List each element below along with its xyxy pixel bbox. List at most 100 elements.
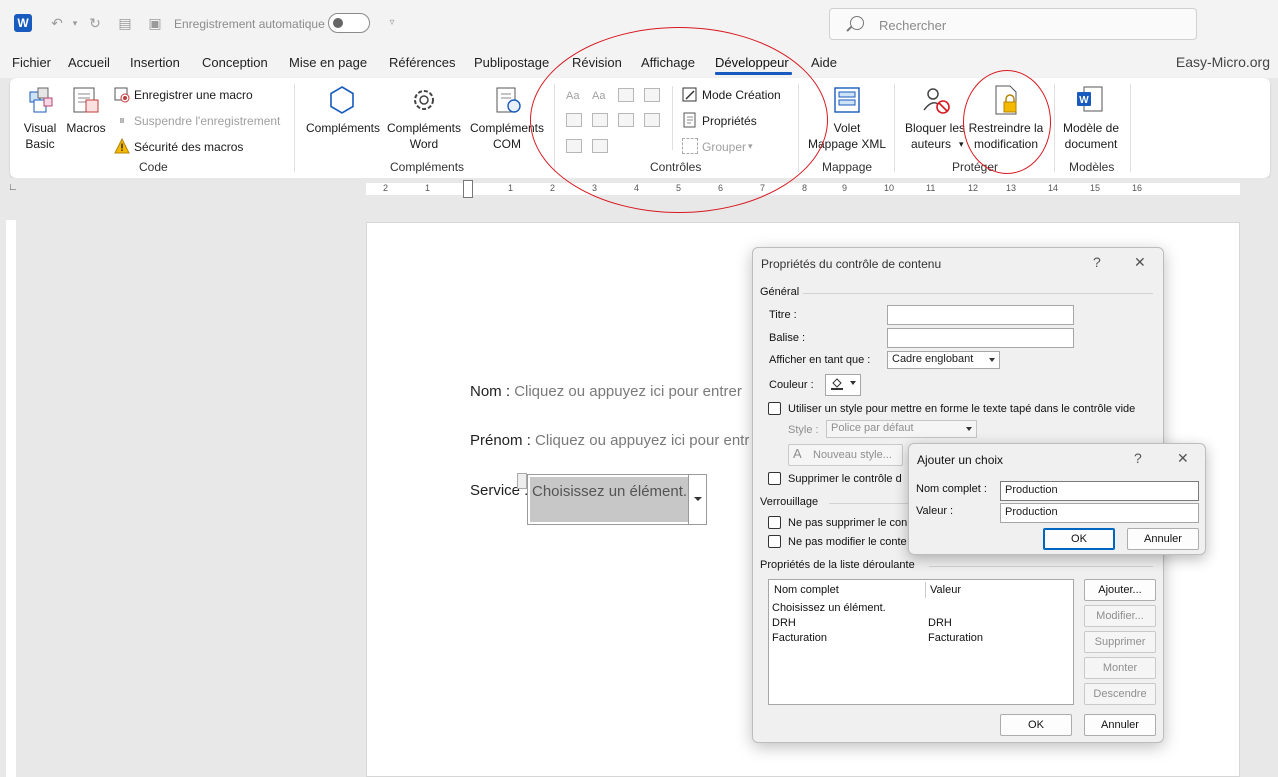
restrict-editing-label-1: Restreindre la [968,121,1044,135]
help-icon[interactable]: ? [1134,450,1142,466]
list-item-name[interactable]: Choisissez un élément. [772,602,886,614]
couleur-picker[interactable] [825,374,861,396]
prenom-line: Prénom : Cliquez ou appuyez ici pour ent… [470,432,749,449]
cancel-button[interactable]: Annuler [1084,714,1156,736]
list-item-value[interactable]: DRH [928,617,952,629]
horizontal-ruler[interactable]: ∟ 1 2 1 2 3 4 5 6 7 8 9 10 11 12 13 14 1… [0,178,1278,200]
undo-icon[interactable]: ↶ [48,14,66,32]
titre-label: Titre : [769,309,797,321]
add-item-button[interactable]: Ajouter... [1084,579,1156,601]
redo-icon[interactable]: ↻ [86,14,104,32]
tab-selector-icon[interactable]: ∟ [8,182,18,193]
addins-icon [330,86,354,114]
close-icon[interactable]: ✕ [1134,254,1146,271]
list-item-value[interactable]: Facturation [928,632,983,644]
checkbox-control-icon[interactable] [566,113,582,127]
delete-control-checkbox[interactable] [768,472,781,485]
tab-developpeur[interactable]: Développeur [715,55,789,70]
xml-mapping-label-2: Mappage XML [807,137,887,151]
ribbon: Visual Basic Macros Enregistrer une macr… [10,78,1270,178]
help-icon[interactable]: ? [1093,254,1101,270]
repeating-section-control-icon[interactable] [566,139,582,153]
content-control-handle[interactable] [517,473,527,489]
picture-control-icon[interactable] [618,88,634,102]
save-icon[interactable]: ▣ [146,14,164,32]
dropdown-control-icon[interactable] [618,113,634,127]
ruler-number: 9 [842,183,848,193]
group-label-templates: Modèles [1069,160,1115,174]
no-delete-checkbox[interactable] [768,516,781,529]
group-separator [894,84,895,172]
locking-section-label: Verrouillage [760,496,819,508]
afficher-label: Afficher en tant que : [769,354,871,366]
group-separator [554,84,555,172]
list-item-name[interactable]: Facturation [772,632,827,644]
vertical-ruler [4,200,18,777]
chevron-down-icon: ▾ [748,141,753,151]
group-separator [798,84,799,172]
legacy-tools-icon[interactable] [592,139,608,153]
group-icon [682,138,698,154]
document-template-icon: W [1077,86,1103,112]
style-select[interactable]: Police par défaut [826,420,977,438]
list-item-name[interactable]: DRH [772,617,796,629]
tab-conception[interactable]: Conception [202,55,268,70]
modify-item-button[interactable]: Modifier... [1084,605,1156,627]
tab-affichage[interactable]: Affichage [641,55,695,70]
tab-references[interactable]: Références [389,55,455,70]
ruler-number: 2 [383,183,389,193]
tab-fichier[interactable]: Fichier [12,55,51,70]
balise-input[interactable] [887,328,1074,348]
service-dropdown-control[interactable]: Choisissez un élément. [527,474,707,525]
tab-publipostage[interactable]: Publipostage [474,55,549,70]
tab-accueil[interactable]: Accueil [68,55,110,70]
close-icon[interactable]: ✕ [1177,450,1189,467]
tab-revision[interactable]: Révision [572,55,622,70]
date-picker-control-icon[interactable] [644,113,660,127]
tab-mise-en-page[interactable]: Mise en page [289,55,367,70]
cancel-button[interactable]: Annuler [1127,528,1199,550]
chevron-down-icon[interactable] [688,475,706,524]
nom-placeholder[interactable]: Cliquez ou appuyez ici pour entrer [514,383,742,400]
group-separator [1054,84,1055,172]
tab-aide[interactable]: Aide [811,55,837,70]
ok-button[interactable]: OK [1043,528,1115,550]
tab-insertion[interactable]: Insertion [130,55,180,70]
dropdown-props-section-label: Propriétés de la liste déroulante [760,559,915,571]
plain-text-control-icon[interactable]: Aa [592,88,605,104]
value-input[interactable]: Production [1000,503,1199,523]
record-macro-icon [114,87,130,103]
delete-item-button[interactable]: Supprimer [1084,631,1156,653]
titre-input[interactable] [887,305,1074,325]
use-style-label: Utiliser un style pour mettre en forme l… [788,403,1136,415]
no-edit-checkbox[interactable] [768,535,781,548]
building-block-control-icon[interactable] [644,88,660,102]
ruler-number: 1 [425,183,431,193]
prenom-placeholder[interactable]: Cliquez ou appuyez ici pour entr [535,432,749,449]
ok-button[interactable]: OK [1000,714,1072,736]
indent-marker[interactable] [463,180,473,198]
dialog-title: Propriétés du contrôle de contenu [761,257,942,271]
lock-icon [995,85,1017,115]
chevron-down-icon[interactable]: ▾ [66,14,84,32]
customize-toolbar-icon[interactable]: ▿ [383,14,401,32]
column-divider[interactable] [925,582,926,598]
use-style-checkbox[interactable] [768,402,781,415]
search-box[interactable]: Rechercher [829,8,1197,40]
menu-bar: Fichier Accueil Insertion Conception Mis… [0,48,1278,78]
combo-box-control-icon[interactable] [592,113,608,127]
new-style-button[interactable]: Nouveau style... [788,444,903,466]
list-header-name[interactable]: Nom complet [774,584,839,596]
dropdown-items-list[interactable]: Nom complet Valeur Choisissez un élément… [768,579,1074,705]
print-preview-icon[interactable]: ▤ [116,14,134,32]
block-authors-icon [923,88,950,114]
section-divider [803,293,1153,294]
list-header-value[interactable]: Valeur [930,584,961,596]
name-input[interactable]: Production [1000,481,1199,501]
autosave-toggle[interactable] [328,13,370,33]
visual-basic-label-2: Basic [25,137,55,151]
move-up-button[interactable]: Monter [1084,657,1156,679]
rich-text-control-icon[interactable]: Aa [566,88,579,104]
move-down-button[interactable]: Descendre [1084,683,1156,705]
afficher-select[interactable]: Cadre englobant [887,351,1000,369]
